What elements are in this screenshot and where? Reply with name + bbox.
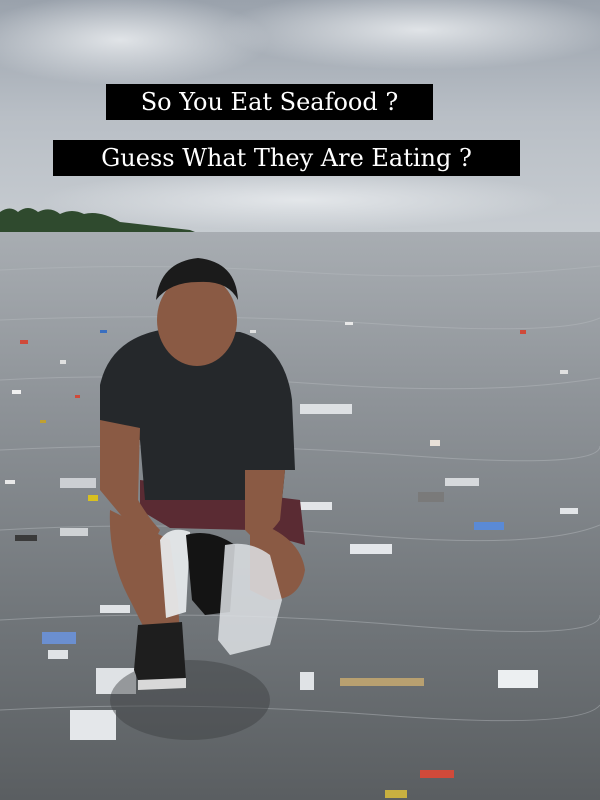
caption-line-1: So You Eat Seafood ? [106,84,433,120]
caption-line-2: Guess What They Are Eating ? [53,140,520,176]
beach-scene [0,0,600,800]
photo: So You Eat Seafood ? Guess What They Are… [0,0,600,800]
